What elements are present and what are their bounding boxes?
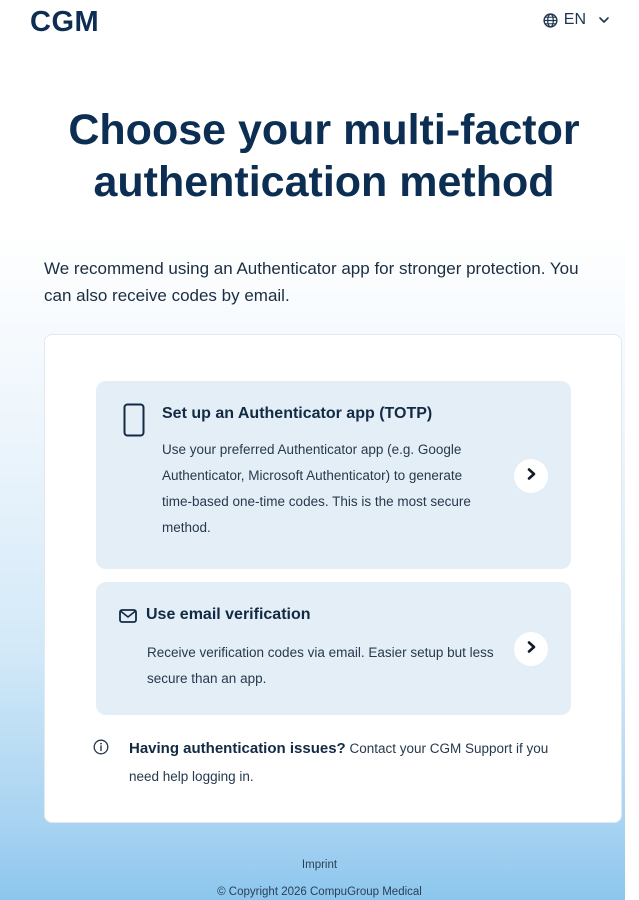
chevron-right-icon	[524, 640, 538, 659]
smartphone-icon	[123, 403, 145, 442]
right-edge-strip	[625, 0, 639, 900]
info-icon	[93, 739, 109, 760]
chevron-right-icon	[524, 467, 538, 486]
email-verification-arrow-button[interactable]	[514, 632, 548, 666]
mfa-method-card: Set up an Authenticator app (TOTP) Use y…	[44, 334, 622, 823]
help-heading: Having authentication issues?	[129, 740, 346, 757]
mail-icon	[119, 609, 137, 628]
chevron-down-icon	[598, 14, 610, 26]
imprint-link[interactable]: Imprint	[0, 859, 639, 871]
authenticator-app-arrow-button[interactable]	[514, 459, 548, 493]
email-verification-option[interactable]: Use email verification Receive verificat…	[96, 582, 571, 715]
email-verification-description: Receive verification codes via email. Ea…	[147, 645, 494, 686]
page-title: Choose your multi-factor authentication …	[68, 106, 580, 206]
language-label: EN	[563, 11, 586, 28]
copyright-text: © Copyright 2026 CompuGroup Medical	[217, 886, 422, 898]
globe-icon	[543, 12, 558, 28]
email-verification-title: Use email verification	[146, 606, 311, 623]
authenticator-app-title: Set up an Authenticator app (TOTP)	[162, 405, 433, 422]
cgm-logo: CGM	[30, 6, 100, 38]
authenticator-app-description: Use your preferred Authenticator app (e.…	[162, 442, 471, 535]
help-text: Having authentication issues? Contact yo…	[129, 735, 549, 791]
language-selector[interactable]: EN	[543, 11, 610, 29]
authenticator-app-option[interactable]: Set up an Authenticator app (TOTP) Use y…	[96, 381, 571, 569]
intro-text: We recommend using an Authenticator app …	[44, 259, 579, 305]
header: CGM EN	[30, 6, 610, 40]
